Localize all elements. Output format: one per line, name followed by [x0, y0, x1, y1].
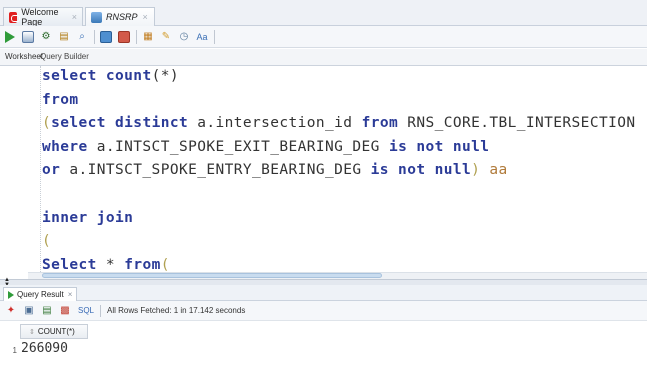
code-token: from — [124, 256, 161, 273]
column-header-count[interactable]: ⇕ COUNT(*) — [20, 324, 88, 339]
tab-welcome-label: Welcome Page — [21, 7, 59, 27]
explain-plan-button[interactable]: ▤ — [57, 30, 71, 44]
code-token: a.intersection_id — [197, 115, 362, 132]
sql-developer-window: Welcome Page × RNSRP × ⚙ ▤ ⌕ ▦ ✎ ◷ Aa Wo… — [0, 0, 647, 375]
code-line: or a.INTSCT_SPOKE_ENTRY_BEARING_DEG is n… — [42, 162, 508, 178]
code-token: aa — [489, 162, 508, 179]
result-tab-strip: Query Result × — [0, 285, 647, 301]
code-line: (select distinct a.intersection_id from … — [42, 115, 635, 131]
history-button[interactable]: ◷ — [177, 30, 191, 44]
code-line: from — [42, 92, 79, 108]
run-script-button[interactable] — [21, 30, 35, 44]
horizontal-scrollbar-thumb[interactable] — [42, 273, 382, 278]
unshared-sql-button[interactable]: ▦ — [141, 30, 155, 44]
code-token: ( — [42, 233, 52, 250]
code-line: where a.INTSCT_SPOKE_EXIT_BEARING_DEG is… — [42, 139, 489, 155]
result-toolbar: ✦ ▣ ▤ ▩ SQL All Rows Fetched: 1 in 17.14… — [0, 301, 647, 321]
code-token: ( — [42, 115, 52, 132]
code-token: or — [42, 162, 70, 179]
code-token: is not null — [388, 138, 490, 155]
close-icon[interactable]: × — [143, 12, 148, 22]
fetch-button[interactable]: ▤ — [40, 304, 54, 318]
autotrace-button[interactable]: ⚙ — [39, 30, 53, 44]
explain-plan-icon: ▤ — [59, 31, 69, 42]
code-token: from — [361, 115, 408, 132]
database-connection-icon — [91, 11, 102, 23]
tab-worksheet[interactable]: Worksheet — [5, 52, 43, 61]
toolbar-separator — [100, 304, 102, 317]
code-token: count — [105, 68, 152, 84]
format-icon: Aa — [196, 31, 208, 42]
refresh-button[interactable]: ▩ — [58, 304, 72, 318]
tab-rnsrp-label: RNSRP — [106, 12, 138, 22]
sql-tuning-button[interactable]: ⌕ — [75, 30, 89, 44]
print-button[interactable]: ▣ — [22, 304, 36, 318]
refresh-icon: ▩ — [60, 305, 70, 316]
pin-button[interactable]: ✦ — [4, 304, 18, 318]
fetch-status-text: All Rows Fetched: 1 in 17.142 seconds — [107, 306, 246, 315]
sql-editor[interactable]: select count(*) from (select distinct a.in… — [0, 66, 647, 296]
commit-button[interactable] — [99, 30, 113, 44]
query-result-label: Query Result — [17, 290, 64, 299]
code-line: select count(*) — [42, 68, 179, 84]
code-token: a.INTSCT_SPOKE_ENTRY_BEARING_DEG — [69, 162, 371, 179]
run-script-icon — [22, 30, 34, 43]
code-token: ) — [471, 162, 490, 179]
column-header-label: COUNT(*) — [37, 327, 75, 336]
code-token: where — [42, 138, 97, 155]
print-icon: ▣ — [24, 305, 34, 316]
code-token: select distinct — [51, 115, 198, 132]
tab-query-builder[interactable]: Query Builder — [40, 52, 89, 61]
editor-mode-tabs: Worksheet Query Builder — [0, 49, 647, 66]
code-token: RNS_CORE.TBL_INTERSECTION — [407, 115, 636, 132]
clear-button[interactable]: ✎ — [159, 30, 173, 44]
code-token: inner join — [42, 209, 134, 226]
document-tab-strip: Welcome Page × RNSRP × — [0, 0, 647, 27]
code-token: from — [42, 91, 79, 108]
eraser-icon: ✎ — [161, 31, 171, 42]
editor-gutter — [0, 66, 28, 279]
tab-rnsrp[interactable]: RNSRP × — [85, 7, 155, 26]
code-line: ( — [42, 233, 51, 249]
pin-icon: ✦ — [6, 305, 16, 316]
result-run-icon — [8, 290, 14, 299]
code-token: Select — [42, 256, 106, 273]
tab-query-result[interactable]: Query Result × — [3, 287, 78, 301]
close-icon[interactable]: × — [72, 12, 77, 22]
toolbar-separator — [94, 29, 95, 44]
column-sort-icon: ⇕ — [29, 328, 35, 336]
row-number: 1 — [12, 346, 17, 355]
code-line: inner join — [42, 210, 133, 226]
rollback-button[interactable] — [117, 30, 131, 44]
run-statement-button[interactable] — [3, 30, 17, 44]
commit-icon — [100, 30, 112, 43]
format-button[interactable]: Aa — [195, 30, 209, 44]
code-token: ( — [160, 256, 170, 273]
code-line: Select * from( — [42, 257, 170, 273]
horizontal-scrollbar-track[interactable] — [28, 272, 647, 279]
fetch-icon: ▤ — [42, 305, 52, 316]
code-token: a.INTSCT_SPOKE_EXIT_BEARING_DEG — [96, 138, 389, 155]
oracle-icon — [9, 11, 21, 23]
code-token: is not null — [370, 162, 472, 179]
sql-button[interactable]: SQL — [78, 306, 94, 315]
rollback-icon — [118, 30, 130, 43]
result-cell-count[interactable]: 266090 — [21, 341, 68, 356]
tab-welcome-page[interactable]: Welcome Page × — [3, 7, 83, 27]
magnifier-icon: ⌕ — [79, 31, 85, 42]
code-token: (*) — [151, 68, 179, 84]
toolbar-separator — [136, 29, 137, 44]
code-token: * — [105, 256, 125, 273]
worksheet-toolbar: ⚙ ▤ ⌕ ▦ ✎ ◷ Aa — [0, 26, 647, 48]
indent-guide — [40, 66, 41, 272]
code-token: select — [42, 68, 106, 84]
toolbar-separator — [214, 29, 215, 44]
autotrace-icon: ⚙ — [41, 31, 51, 42]
unshared-icon: ▦ — [143, 31, 153, 42]
run-icon — [5, 30, 15, 43]
close-icon[interactable]: × — [68, 290, 73, 299]
history-icon: ◷ — [179, 31, 189, 42]
result-grid: ⇕ COUNT(*) 1 266090 — [0, 321, 647, 375]
